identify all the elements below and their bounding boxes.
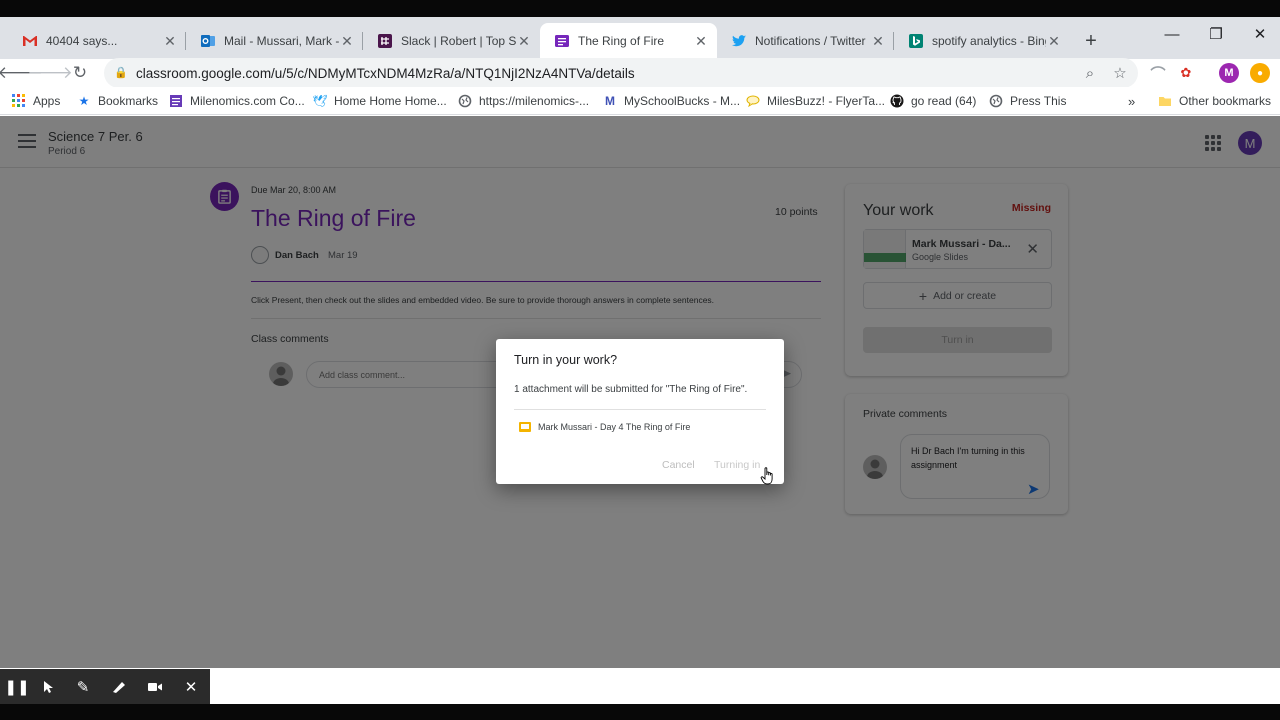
bookmark-item[interactable]: Milenomics.com Co... (169, 92, 305, 110)
folder-icon (1158, 94, 1172, 108)
extension-icon[interactable]: ⌒ (1148, 63, 1168, 83)
forward-button[interactable]: 🡒 (27, 61, 73, 85)
bookmark-item[interactable]: Apps (12, 92, 60, 110)
dialog-title: Turn in your work? (514, 353, 618, 367)
bookmark-item[interactable]: MilesBuzz! - FlyerTa... (746, 92, 885, 110)
bookmark-label: go read (64) (911, 94, 977, 108)
tab-bing[interactable]: spotify analytics - Bing ✕ (894, 23, 1070, 59)
pen-icon[interactable]: ✎ (66, 669, 100, 704)
github-icon (890, 94, 904, 108)
webcam-icon[interactable] (138, 669, 172, 704)
close-icon[interactable]: ✕ (1046, 33, 1062, 49)
star-icon[interactable]: ☆ (1109, 62, 1131, 84)
bookmarks-bar: Apps ★ Bookmarks Milenomics.com Co... 🕊 … (0, 87, 1280, 115)
tab-title: Notifications / Twitter (755, 34, 866, 48)
tab-slack[interactable]: Slack | Robert | Top Sec ✕ (363, 23, 540, 59)
bing-icon (909, 34, 923, 48)
bottom-black-bar (0, 704, 1280, 720)
highlighter-icon[interactable] (102, 669, 136, 704)
globe-icon (458, 94, 472, 108)
classroom-page: Science 7 Per. 6 Period 6 M Due Mar 20, … (0, 116, 1280, 668)
twitter-icon (732, 35, 746, 47)
bookmarks-overflow-button[interactable]: » (1128, 92, 1135, 110)
search-icon[interactable]: ⌕ (1079, 62, 1101, 84)
doc-icon (169, 94, 183, 108)
bookmark-item[interactable]: https://milenomics-... (458, 92, 589, 110)
bookmark-label: MySchoolBucks - M... (624, 94, 741, 108)
chat-icon (746, 94, 760, 108)
m-icon: M (605, 94, 615, 108)
dialog-body: 1 attachment will be submitted for "The … (514, 384, 748, 395)
classroom-icon (555, 35, 569, 47)
apps-grid-icon (12, 94, 26, 108)
close-icon[interactable]: ✕ (339, 33, 355, 49)
star-icon: ★ (78, 94, 90, 108)
cancel-button[interactable]: Cancel (662, 459, 695, 471)
minimize-button[interactable]: — (1150, 17, 1194, 51)
tab-title: The Ring of Fire (578, 34, 665, 48)
pointer-icon[interactable] (32, 669, 66, 704)
address-bar[interactable]: 🔒 classroom.google.com/u/5/c/NDMyMTcxNDM… (104, 58, 1138, 88)
restore-button[interactable]: ❐ (1194, 17, 1238, 51)
slack-icon (378, 34, 392, 48)
bookmark-label: Apps (33, 94, 61, 108)
outlook-icon (201, 35, 215, 47)
bookmark-item[interactable]: ★ Bookmarks (77, 92, 158, 110)
new-tab-button[interactable]: + (1076, 23, 1106, 59)
bookmark-label: Other bookmarks (1179, 94, 1272, 108)
bookmark-label: Milenomics.com Co... (190, 94, 305, 108)
bookmark-label: https://milenomics-... (479, 94, 590, 108)
bookmark-label: Home Home Home... (334, 94, 447, 108)
extension-icon[interactable]: ● (1250, 63, 1270, 83)
hand-cursor-icon (760, 467, 773, 485)
close-icon[interactable]: ✕ (516, 33, 532, 49)
close-icon[interactable]: ✕ (870, 33, 886, 49)
profile-avatar[interactable]: M (1219, 63, 1239, 83)
bookmark-label: MilesBuzz! - FlyerTa... (767, 94, 886, 108)
tab-classroom[interactable]: The Ring of Fire ✕ (540, 23, 717, 59)
pause-icon[interactable]: ❚❚ (0, 669, 34, 704)
other-bookmarks[interactable]: Other bookmarks (1158, 92, 1271, 110)
bookmark-item[interactable]: go read (64) (890, 92, 976, 110)
close-icon[interactable]: ✕ (693, 33, 709, 49)
extension-icon[interactable]: ✿ (1176, 63, 1196, 83)
screen: 40404 says... ✕ Mail - Mussari, Mark - (… (0, 0, 1280, 720)
tab-strip: 40404 says... ✕ Mail - Mussari, Mark - (… (0, 17, 1280, 59)
tab-title: Mail - Mussari, Mark - ( (224, 34, 339, 48)
tab-gmail[interactable]: 40404 says... ✕ (8, 23, 186, 59)
tab-title: 40404 says... (46, 34, 118, 48)
close-icon[interactable]: ✕ (162, 33, 178, 49)
tab-twitter[interactable]: Notifications / Twitter ✕ (717, 23, 894, 59)
globe-icon (989, 94, 1003, 108)
lock-icon: 🔒 (114, 67, 128, 79)
slides-icon (519, 422, 531, 432)
screen-recorder-toolbar: ❚❚ ✎ ✕ (0, 669, 210, 704)
url-text: classroom.google.com/u/5/c/NDMyMTcxNDM4M… (136, 65, 635, 81)
bookmark-item[interactable]: M MySchoolBucks - M... (603, 92, 740, 110)
tab-outlook[interactable]: Mail - Mussari, Mark - ( ✕ (186, 23, 363, 59)
turning-in-button[interactable]: Turning in (714, 459, 760, 471)
twitter-icon: 🕊 (312, 94, 328, 108)
tab-title: Slack | Robert | Top Sec (401, 34, 516, 48)
toolbar: 🡐 🡒 ↻ 🔒 classroom.google.com/u/5/c/NDMyM… (0, 58, 1280, 88)
close-icon[interactable]: ✕ (174, 669, 208, 704)
bookmark-label: Press This (1010, 94, 1067, 108)
reload-button[interactable]: ↻ (68, 61, 92, 85)
bookmark-item[interactable]: Press This (989, 92, 1066, 110)
divider (514, 409, 766, 410)
gmail-icon (23, 36, 37, 46)
top-black-bar (0, 0, 1280, 17)
turn-in-dialog: Turn in your work? 1 attachment will be … (496, 339, 784, 484)
bookmark-label: Bookmarks (98, 94, 159, 108)
close-window-button[interactable]: ✕ (1238, 17, 1280, 51)
dialog-attachment[interactable]: Mark Mussari - Day 4 The Ring of Fire (538, 422, 690, 432)
bookmark-item[interactable]: 🕊 Home Home Home... (312, 92, 447, 110)
tab-title: spotify analytics - Bing (932, 34, 1046, 48)
